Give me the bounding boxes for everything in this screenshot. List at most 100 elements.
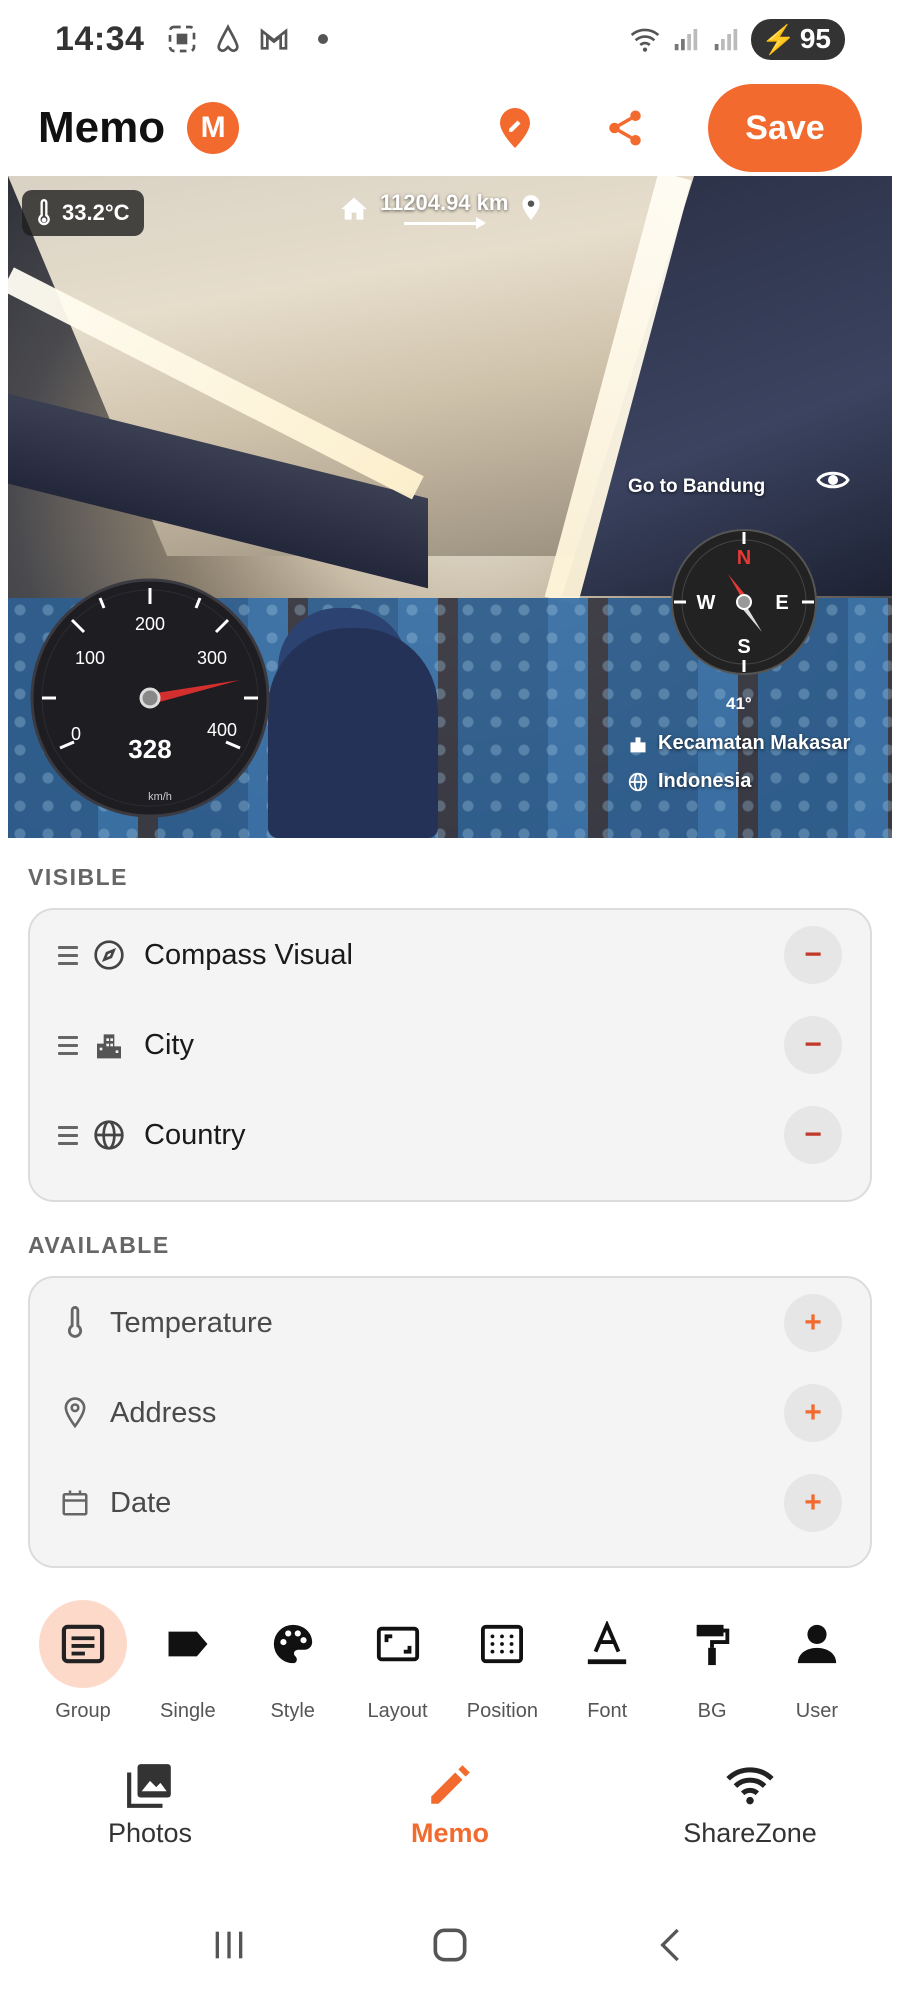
tool-font[interactable]: Font	[562, 1600, 652, 1723]
visible-item-label: City	[144, 1028, 194, 1061]
tool-label: Position	[466, 1700, 538, 1722]
compass-heading: 41°	[726, 694, 752, 713]
group-icon	[39, 1600, 127, 1688]
remove-city-button[interactable]: −	[784, 1016, 842, 1074]
country-value: Indonesia	[658, 770, 752, 792]
back-icon[interactable]	[651, 1925, 691, 1965]
compass-icon	[92, 938, 126, 972]
temperature-value: 33.2°C	[62, 200, 130, 225]
tool-single[interactable]: Single	[143, 1600, 233, 1723]
battery-indicator: ⚡ 95	[750, 18, 845, 60]
speed-tick-200: 200	[135, 614, 165, 634]
speed-tick-100: 100	[75, 648, 105, 668]
distance-overlay[interactable]: 11204.94 km	[340, 190, 542, 229]
drag-handle-icon[interactable]	[58, 1035, 78, 1055]
recent-apps-icon[interactable]	[209, 1925, 249, 1965]
photos-icon	[127, 1764, 171, 1808]
layout-icon	[354, 1600, 442, 1688]
temperature-overlay[interactable]: 33.2°C	[22, 190, 144, 236]
available-item-temperature[interactable]: Temperature +	[30, 1278, 870, 1368]
thermometer-icon	[58, 1306, 92, 1340]
speed-tick-300: 300	[197, 648, 227, 668]
tool-style[interactable]: Style	[248, 1600, 338, 1723]
compass-e: E	[775, 592, 788, 614]
city-overlay[interactable]: Kecamatan Makasar	[628, 732, 850, 755]
tool-user[interactable]: User	[772, 1600, 862, 1723]
available-item-label: Temperature	[110, 1306, 273, 1339]
visible-item-country[interactable]: Country −	[30, 1090, 870, 1180]
globe-overlay-icon	[628, 772, 648, 791]
home-icon	[341, 197, 367, 220]
add-date-button[interactable]: +	[784, 1474, 842, 1532]
tool-label: Single	[160, 1700, 216, 1722]
speed-value: 328	[128, 734, 171, 764]
eye-icon[interactable]	[816, 468, 850, 492]
cell-signal-icon	[674, 29, 698, 51]
palette-icon	[249, 1600, 337, 1688]
tag-icon	[144, 1600, 232, 1688]
globe-icon	[92, 1118, 126, 1152]
edit-location-icon	[500, 108, 530, 148]
nav-label: Photos	[107, 1818, 193, 1848]
nav-memo[interactable]: Memo	[300, 1760, 600, 1870]
page-title: Memo	[38, 103, 166, 152]
drag-handle-icon[interactable]	[58, 945, 78, 965]
share-button[interactable]	[590, 93, 660, 163]
status-system-icons: ⚡ 95	[629, 18, 845, 60]
save-button[interactable]: Save	[708, 84, 862, 172]
battery-level: 95	[799, 23, 831, 54]
more-notifications-dot	[318, 34, 329, 44]
header-actions: Save	[480, 84, 862, 172]
visible-item-compass[interactable]: Compass Visual −	[30, 910, 870, 1000]
tool-layout[interactable]: Layout	[353, 1600, 443, 1723]
visible-list: Compass Visual − City − Country −	[28, 908, 872, 1202]
wifi-signal-icon	[630, 28, 660, 52]
visible-item-city[interactable]: City −	[30, 1000, 870, 1090]
photo-passenger	[268, 628, 438, 838]
status-time: 14:34	[55, 19, 145, 58]
tool-position[interactable]: Position	[457, 1600, 547, 1723]
tool-label: Style	[270, 1700, 315, 1722]
goto-label: Go to Bandung	[628, 476, 766, 497]
remove-country-button[interactable]: −	[784, 1106, 842, 1164]
tool-bg[interactable]: BG	[667, 1600, 757, 1723]
city-value: Kecamatan Makasar	[658, 732, 851, 754]
destination-pin-icon	[522, 194, 541, 220]
bottom-navigation: Photos Memo ShareZone	[0, 1760, 900, 1870]
visible-section-label: VISIBLE	[28, 864, 128, 890]
available-item-address[interactable]: Address +	[30, 1368, 870, 1458]
drag-handle-icon[interactable]	[58, 1125, 78, 1145]
font-icon	[563, 1600, 651, 1688]
city-overlay-icon	[630, 736, 646, 752]
speed-unit: km/h	[148, 791, 172, 803]
available-item-date[interactable]: Date +	[30, 1458, 870, 1548]
avatar[interactable]: M	[187, 102, 240, 154]
edit-location-button[interactable]	[480, 93, 550, 163]
nav-sharezone[interactable]: ShareZone	[600, 1760, 900, 1870]
screenshot-icon	[169, 25, 196, 53]
add-temperature-button[interactable]: +	[784, 1294, 842, 1352]
share-icon	[609, 110, 641, 146]
home-button-icon[interactable]	[428, 1923, 472, 1967]
tool-label: BG	[697, 1700, 727, 1722]
distance-value: 11204.94 km	[380, 190, 509, 215]
country-overlay[interactable]: Indonesia	[628, 770, 751, 793]
photo-preview[interactable]: 33.2°C 11204.94 km Go to Bandung N E S W…	[8, 176, 892, 838]
tool-label: Layout	[367, 1700, 428, 1722]
tool-group[interactable]: Group	[38, 1600, 128, 1723]
pencil-icon	[431, 1765, 470, 1804]
calendar-icon	[58, 1486, 92, 1520]
nav-photos[interactable]: Photos	[0, 1760, 300, 1870]
tool-label: User	[795, 1700, 839, 1722]
speedometer: 0 100 200 300 400 328 km/h	[30, 578, 270, 818]
speed-tick-400: 400	[207, 720, 237, 740]
remove-compass-button[interactable]: −	[784, 926, 842, 984]
airbnb-icon	[217, 24, 240, 53]
compass-n: N	[737, 547, 751, 569]
status-notification-icons	[166, 23, 329, 55]
gmail-icon	[261, 28, 288, 50]
available-list: Temperature + Address + Date +	[28, 1276, 872, 1568]
add-address-button[interactable]: +	[784, 1384, 842, 1442]
available-item-label: Address	[110, 1396, 217, 1429]
paint-roller-icon	[668, 1600, 756, 1688]
